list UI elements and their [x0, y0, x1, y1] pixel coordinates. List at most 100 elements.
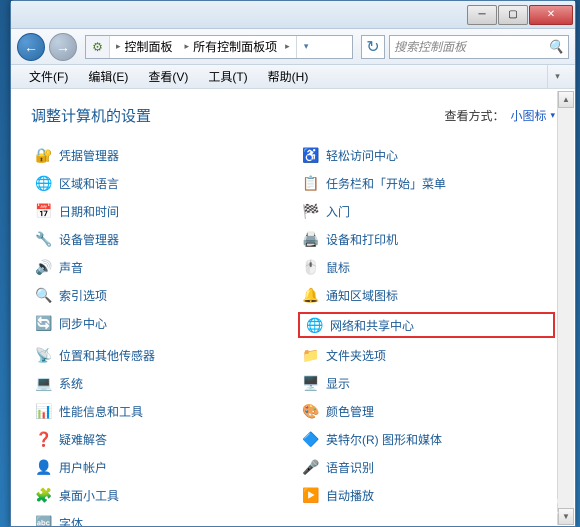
menu-tools[interactable]: 工具(T) [198, 65, 257, 88]
breadcrumb[interactable]: ⚙ ▸控制面板 ▸所有控制面板项▸ ▾ [85, 35, 353, 59]
back-button[interactable]: ← [17, 33, 45, 61]
breadcrumb-dropdown[interactable]: ▾ [296, 36, 316, 58]
control-panel-item[interactable]: 🖱️ 鼠标 [298, 256, 555, 278]
items-grid: 🔐 凭据管理器 ♿轻松访问中心 🌐 区域和语言 📋任务栏和「开始」菜单 📅日期和时间 🏁 入门 🔧… [31, 144, 555, 526]
control-panel-item[interactable]: ▶️自动播放 [298, 484, 555, 506]
control-panel-item[interactable]: ♿轻松访问中心 [298, 144, 555, 166]
control-panel-item[interactable]: 🔍 索引选项 [31, 284, 288, 306]
control-panel-item[interactable]: 🏁 入门 [298, 200, 555, 222]
item-icon: 🔷 [302, 430, 320, 448]
chevron-right-icon: ▸ [116, 41, 121, 52]
item-icon: 🎤 [302, 458, 320, 476]
window-buttons: ─ ▢ ✕ [466, 5, 573, 25]
item-icon: 🔊 [35, 258, 53, 276]
control-panel-item[interactable]: 📡位置和其他传感器 [31, 344, 288, 366]
control-panel-item[interactable]: 🖨️设备和打印机 [298, 228, 555, 250]
item-icon: 🏁 [302, 202, 320, 220]
control-panel-icon: ⚙ [86, 36, 110, 58]
control-panel-item[interactable]: 📁文件夹选项 [298, 344, 555, 366]
item-icon: 🎨 [302, 402, 320, 420]
control-panel-item[interactable]: 🔷英特尔(R) 图形和媒体 [298, 428, 555, 450]
item-label: 入门 [326, 203, 350, 220]
chevron-right-icon: ▸ [285, 41, 290, 52]
item-label: 区域和语言 [59, 175, 119, 192]
menu-view[interactable]: 查看(V) [138, 65, 198, 88]
control-panel-item[interactable]: 🎨颜色管理 [298, 400, 555, 422]
item-label: 显示 [326, 375, 350, 392]
item-label: 文件夹选项 [326, 347, 386, 364]
item-icon: 💻 [35, 374, 53, 392]
menu-file[interactable]: 文件(F) [19, 65, 78, 88]
scroll-up-icon[interactable]: ▲ [558, 91, 574, 108]
item-label: 桌面小工具 [59, 487, 119, 504]
breadcrumb-segment[interactable]: ▸所有控制面板项▸ [179, 36, 296, 58]
item-label: 字体 [59, 515, 83, 527]
scroll-down-icon[interactable]: ▼ [558, 508, 574, 525]
view-mode-dropdown[interactable]: 小图标▾ [510, 107, 555, 124]
breadcrumb-segment[interactable]: ▸控制面板 [110, 36, 179, 58]
menu-help[interactable]: 帮助(H) [258, 65, 319, 88]
navbar: ← → ⚙ ▸控制面板 ▸所有控制面板项▸ ▾ ↻ 搜索控制面板 🔍 [11, 29, 575, 65]
control-panel-item[interactable]: 📅日期和时间 [31, 200, 288, 222]
item-label: 位置和其他传感器 [59, 347, 155, 364]
control-panel-item[interactable]: 🔤 字体 [31, 512, 288, 526]
forward-button[interactable]: → [49, 33, 77, 61]
item-label: 性能信息和工具 [59, 403, 143, 420]
minimize-button[interactable]: ─ [467, 5, 497, 25]
menu-overflow[interactable]: ▾ [547, 65, 567, 88]
control-panel-item[interactable]: 🔄同步中心 [31, 312, 288, 334]
search-input[interactable]: 搜索控制面板 🔍 [389, 35, 569, 59]
control-panel-item[interactable]: 🔔通知区域图标 [298, 284, 555, 306]
item-icon: 📊 [35, 402, 53, 420]
vertical-scrollbar[interactable]: ▲ ▼ [557, 91, 574, 525]
control-panel-item[interactable]: 📋任务栏和「开始」菜单 [298, 172, 555, 194]
item-icon: 🌐 [35, 174, 53, 192]
item-icon: 🔐 [35, 146, 53, 164]
item-label: 网络和共享中心 [330, 317, 414, 334]
item-icon: 🔤 [35, 514, 53, 526]
refresh-button[interactable]: ↻ [361, 35, 385, 59]
item-label: 用户帐户 [59, 459, 107, 476]
item-label: 自动播放 [326, 487, 374, 504]
search-icon: 🔍 [548, 39, 564, 55]
control-panel-item[interactable]: 🖥️显示 [298, 372, 555, 394]
item-icon: 🔍 [35, 286, 53, 304]
menubar: 文件(F) 编辑(E) 查看(V) 工具(T) 帮助(H) ▾ [11, 65, 575, 89]
control-panel-item[interactable]: 💻系统 [31, 372, 288, 394]
control-panel-item[interactable]: 🌐 区域和语言 [31, 172, 288, 194]
view-mode-label: 查看方式： [444, 107, 504, 124]
control-panel-item[interactable]: 👤用户帐户 [31, 456, 288, 478]
item-label: 凭据管理器 [59, 147, 119, 164]
item-label: 疑难解答 [59, 431, 107, 448]
chevron-down-icon: ▾ [550, 110, 555, 121]
control-panel-item[interactable]: 📊 性能信息和工具 [31, 400, 288, 422]
item-icon: 🔧 [35, 230, 53, 248]
control-panel-item[interactable]: 🔐 凭据管理器 [31, 144, 288, 166]
arrow-right-icon: → [56, 39, 70, 55]
item-label: 设备和打印机 [326, 231, 398, 248]
close-button[interactable]: ✕ [529, 5, 573, 25]
header-row: 调整计算机的设置 查看方式： 小图标▾ [31, 105, 555, 126]
content-area: 调整计算机的设置 查看方式： 小图标▾ 🔐 凭据管理器 ♿轻松访问中心 🌐 区域和语言 📋… [11, 89, 575, 526]
item-label: 声音 [59, 259, 83, 276]
chevron-right-icon: ▸ [185, 41, 190, 52]
control-panel-item[interactable]: 🧩桌面小工具 [31, 484, 288, 506]
item-label: 设备管理器 [59, 231, 119, 248]
item-icon: ❓ [35, 430, 53, 448]
control-panel-item[interactable]: 🔊 声音 [31, 256, 288, 278]
item-icon: 🖱️ [302, 258, 320, 276]
item-label: 索引选项 [59, 287, 107, 304]
menu-edit[interactable]: 编辑(E) [78, 65, 138, 88]
search-placeholder: 搜索控制面板 [394, 38, 466, 55]
control-panel-item[interactable]: ❓ 疑难解答 [31, 428, 288, 450]
item-label: 日期和时间 [59, 203, 119, 220]
item-label: 同步中心 [59, 315, 107, 332]
control-panel-item[interactable]: 🔧 设备管理器 [31, 228, 288, 250]
highlighted-item: 🌐网络和共享中心 [298, 312, 555, 338]
item-icon: 🔔 [302, 286, 320, 304]
maximize-button[interactable]: ▢ [498, 5, 528, 25]
item-icon: 📋 [302, 174, 320, 192]
item-label: 鼠标 [326, 259, 350, 276]
control-panel-item[interactable]: 🎤语音识别 [298, 456, 555, 478]
control-panel-item[interactable]: 🌐网络和共享中心 [304, 316, 549, 334]
